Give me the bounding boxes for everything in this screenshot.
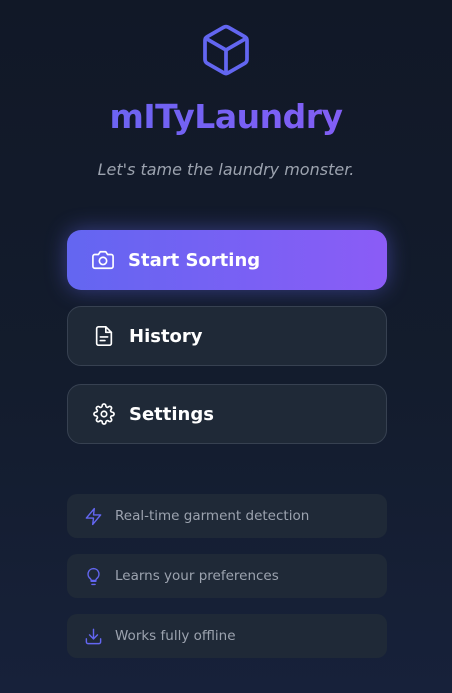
feature-label: Works fully offline <box>115 628 236 644</box>
download-icon <box>83 626 103 646</box>
start-sorting-button[interactable]: Start Sorting <box>67 230 387 290</box>
lightbulb-icon <box>83 566 103 586</box>
lightning-icon <box>83 506 103 526</box>
feature-offline: Works fully offline <box>67 614 387 658</box>
camera-icon <box>91 248 115 272</box>
tagline: Let's tame the laundry monster. <box>97 160 355 179</box>
cube-icon <box>203 24 249 76</box>
gear-icon <box>92 402 116 426</box>
feature-label: Learns your preferences <box>115 568 279 584</box>
settings-button[interactable]: Settings <box>67 384 387 444</box>
history-button[interactable]: History <box>67 306 387 366</box>
logo <box>0 18 452 82</box>
app-title: mITyLaundry <box>0 97 452 136</box>
feature-realtime-detection: Real-time garment detection <box>67 494 387 538</box>
start-sorting-label: Start Sorting <box>128 249 261 271</box>
feature-label: Real-time garment detection <box>115 508 310 524</box>
history-label: History <box>129 325 203 347</box>
feature-learns-preferences: Learns your preferences <box>67 554 387 598</box>
settings-label: Settings <box>129 403 214 425</box>
document-icon <box>92 324 116 348</box>
